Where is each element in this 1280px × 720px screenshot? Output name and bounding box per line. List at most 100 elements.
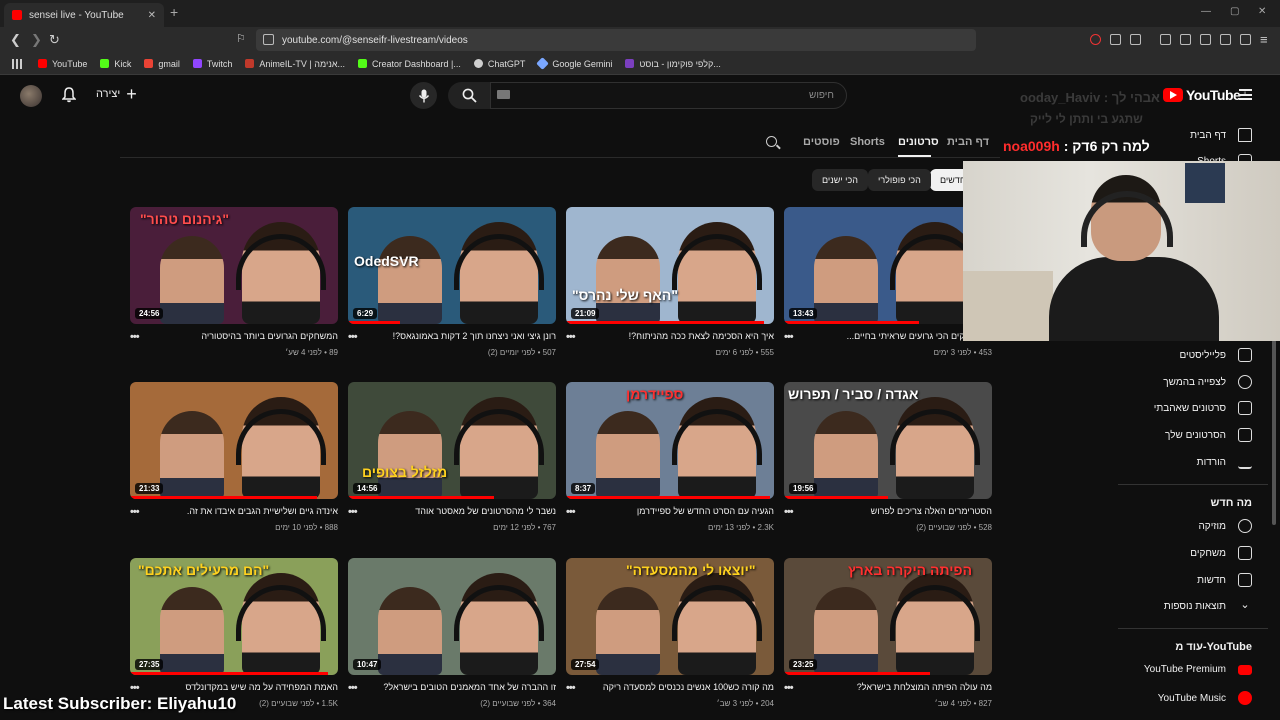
close-window-button[interactable]: ✕: [1258, 6, 1266, 17]
record-icon[interactable]: [1090, 34, 1101, 45]
tab-videos[interactable]: סרטונים: [898, 136, 939, 148]
tab-posts[interactable]: פוסטים: [803, 136, 840, 148]
video-title[interactable]: מה עולה הפיתה המוצלחת בישראל?: [802, 682, 992, 692]
bookmark-kick[interactable]: Kick: [100, 59, 131, 69]
more-options-icon[interactable]: •••: [784, 331, 794, 343]
video-card[interactable]: "האף שלי נהרס" 21:09 איך היא הסכימה לצאת כ…: [566, 207, 774, 372]
sidebar-item-gaming[interactable]: משחקים: [1190, 546, 1252, 560]
voice-search-button[interactable]: [410, 82, 437, 109]
channel-search-icon[interactable]: [766, 136, 777, 147]
sidebar-item-show-more[interactable]: ⌄ תוצאות נוספות: [1164, 600, 1252, 612]
search-button[interactable]: [448, 82, 490, 109]
tab-home[interactable]: דף הבית: [947, 136, 989, 148]
video-thumbnail[interactable]: 13:43: [784, 207, 992, 324]
more-options-icon[interactable]: •••: [130, 506, 140, 518]
chip-popular[interactable]: הכי פופולרי: [868, 169, 931, 191]
video-thumbnail[interactable]: "האף שלי נהרס" 21:09: [566, 207, 774, 324]
tab-close-icon[interactable]: ✕: [148, 10, 156, 21]
video-thumbnail[interactable]: "הם מרעילים אתכם" 27:35: [130, 558, 338, 675]
sidebar-toggle-icon[interactable]: [1180, 34, 1191, 45]
video-title[interactable]: מה קורה כש100 אנשים נכנסים למסעדה ריקה: [584, 682, 774, 692]
screenshot-icon[interactable]: [1130, 34, 1141, 45]
video-thumbnail[interactable]: 10:47: [348, 558, 556, 675]
bookmark-icon[interactable]: ⚐: [236, 32, 246, 45]
bookmark-animeil[interactable]: AnimeIL-TV | אנימה...: [245, 59, 345, 69]
more-options-icon[interactable]: •••: [130, 331, 140, 343]
video-title[interactable]: הגעיה עם הסרט החדש של ספיידרמן: [584, 506, 774, 516]
video-card[interactable]: OdedSVR 6:29 רונן גיצי ואני ניצחנו תוך 2 ד…: [348, 207, 556, 372]
forward-icon[interactable]: ❯: [31, 32, 42, 48]
chip-oldest[interactable]: הכי ישנים: [812, 169, 868, 191]
video-card[interactable]: ספיידרמן 8:37 הגעיה עם הסרט החדש של ספיידר…: [566, 382, 774, 547]
guide-menu-icon[interactable]: [1239, 89, 1252, 100]
video-title[interactable]: אינדה גיים ושלישיית הגבים איבדו את זה.: [148, 506, 338, 516]
video-card[interactable]: מזלזל בצופים 14:56 נשבר לי מהסרטונים של מא…: [348, 382, 556, 547]
bookmark-creator-dashboard[interactable]: Creator Dashboard |...: [358, 59, 461, 69]
sidebar-item-news[interactable]: חדשות: [1197, 573, 1252, 587]
notifications-bell-icon[interactable]: [62, 87, 76, 103]
video-thumbnail[interactable]: "יוצאו לי מהמסעדה" 27:54: [566, 558, 774, 675]
vpn-icon[interactable]: [1240, 34, 1251, 45]
video-thumbnail[interactable]: אגדה / סביר / תפרוש 19:56: [784, 382, 992, 499]
leo-ai-icon[interactable]: [1220, 34, 1231, 45]
create-button[interactable]: יצירה +: [96, 85, 137, 103]
minimize-button[interactable]: —: [1201, 6, 1211, 17]
video-thumbnail[interactable]: ספיידרמן 8:37: [566, 382, 774, 499]
bookmark-twitch[interactable]: Twitch: [192, 59, 232, 69]
more-options-icon[interactable]: •••: [566, 682, 576, 694]
downloads-icon[interactable]: [1160, 34, 1171, 45]
more-options-icon[interactable]: •••: [348, 682, 358, 694]
video-card[interactable]: "יוצאו לי מהמסעדה" 27:54 מה קורה כש100 אנש…: [566, 558, 774, 720]
video-thumbnail[interactable]: 21:33: [130, 382, 338, 499]
sidebar-item-music[interactable]: מוזיקה: [1198, 519, 1252, 533]
video-title[interactable]: איך היא הסכימה לצאת ככה מהניתוח?!: [584, 331, 774, 341]
browser-tab[interactable]: sensei live - YouTube ✕: [4, 3, 164, 27]
bookmark-youtube[interactable]: YouTube: [38, 59, 87, 69]
apps-grid-icon[interactable]: [12, 58, 22, 69]
more-options-icon[interactable]: •••: [566, 331, 576, 343]
sidebar-item-youtube-premium[interactable]: YouTube Premium: [1144, 664, 1252, 675]
video-title[interactable]: רונן גיצי ואני ניצחנו תוך 2 דקות באמונגא…: [366, 331, 556, 341]
video-card[interactable]: אגדה / סביר / תפרוש 19:56 הסטרימרים האלה צ…: [784, 382, 992, 547]
wallet-icon[interactable]: [1200, 34, 1211, 45]
more-options-icon[interactable]: •••: [348, 506, 358, 518]
sidebar-item-liked-videos[interactable]: סרטונים שאהבתי: [1154, 401, 1252, 415]
bookmark-pokemon[interactable]: קלפי פוקימון - בוסט...: [625, 59, 721, 69]
video-thumbnail[interactable]: הפיתה היקרה בארץ 23:25: [784, 558, 992, 675]
video-card[interactable]: "גיהנום טהור" 24:56 המשחקים הגרועים ביותר …: [130, 207, 338, 372]
more-options-icon[interactable]: •••: [566, 506, 576, 518]
sidebar-item-playlists[interactable]: פלייליסטים: [1179, 348, 1252, 362]
avatar[interactable]: [20, 85, 42, 107]
keyboard-icon[interactable]: [497, 90, 510, 99]
sidebar-scrollbar[interactable]: [1272, 340, 1276, 525]
video-card[interactable]: 21:33 אינדה גיים ושלישיית הגבים איבדו את …: [130, 382, 338, 547]
sidebar-item-downloads[interactable]: הורדות: [1197, 455, 1252, 469]
video-card[interactable]: הפיתה היקרה בארץ 23:25 מה עולה הפיתה המוצל…: [784, 558, 992, 720]
more-options-icon[interactable]: •••: [784, 682, 794, 694]
bookmark-gmail[interactable]: gmail: [144, 59, 180, 69]
reload-icon[interactable]: ↻: [49, 32, 60, 48]
video-title[interactable]: האמת המפחידה על מה שיש במקדונלדס: [148, 682, 338, 692]
video-card[interactable]: 10:47 זו ההברה של אחד המאמנים הטובים בישר…: [348, 558, 556, 720]
youtube-logo[interactable]: YouTube IL: [1163, 87, 1248, 103]
video-title[interactable]: הסטרימרים האלה צריכים לפרוש: [802, 506, 992, 516]
sidebar-item-home[interactable]: דף הבית: [1190, 128, 1252, 142]
video-card[interactable]: 13:43 הטיקטוקים הכי גרועים שראיתי בחיים..…: [784, 207, 992, 372]
maximize-button[interactable]: ▢: [1230, 6, 1239, 17]
more-options-icon[interactable]: •••: [784, 506, 794, 518]
search-input[interactable]: חיפוש: [490, 82, 847, 109]
bookmark-chatgpt[interactable]: ChatGPT: [473, 59, 525, 69]
video-thumbnail[interactable]: "גיהנום טהור" 24:56: [130, 207, 338, 324]
site-info-icon[interactable]: [263, 34, 274, 45]
sidebar-item-watch-later[interactable]: לצפייה בהמשך: [1163, 375, 1252, 389]
bookmark-gemini[interactable]: Google Gemini: [536, 57, 612, 70]
extensions-icon[interactable]: [1110, 34, 1121, 45]
address-bar[interactable]: youtube.com/@senseifr-livestream/videos: [256, 29, 976, 51]
video-thumbnail[interactable]: OdedSVR 6:29: [348, 207, 556, 324]
tab-shorts[interactable]: Shorts: [850, 136, 885, 148]
sidebar-item-your-videos[interactable]: הסרטונים שלך: [1165, 428, 1252, 442]
more-options-icon[interactable]: •••: [130, 682, 140, 694]
video-thumbnail[interactable]: מזלזל בצופים 14:56: [348, 382, 556, 499]
new-tab-button[interactable]: +: [170, 4, 178, 20]
video-title[interactable]: נשבר לי מהסרטונים של מאסטר אוהד: [366, 506, 556, 516]
